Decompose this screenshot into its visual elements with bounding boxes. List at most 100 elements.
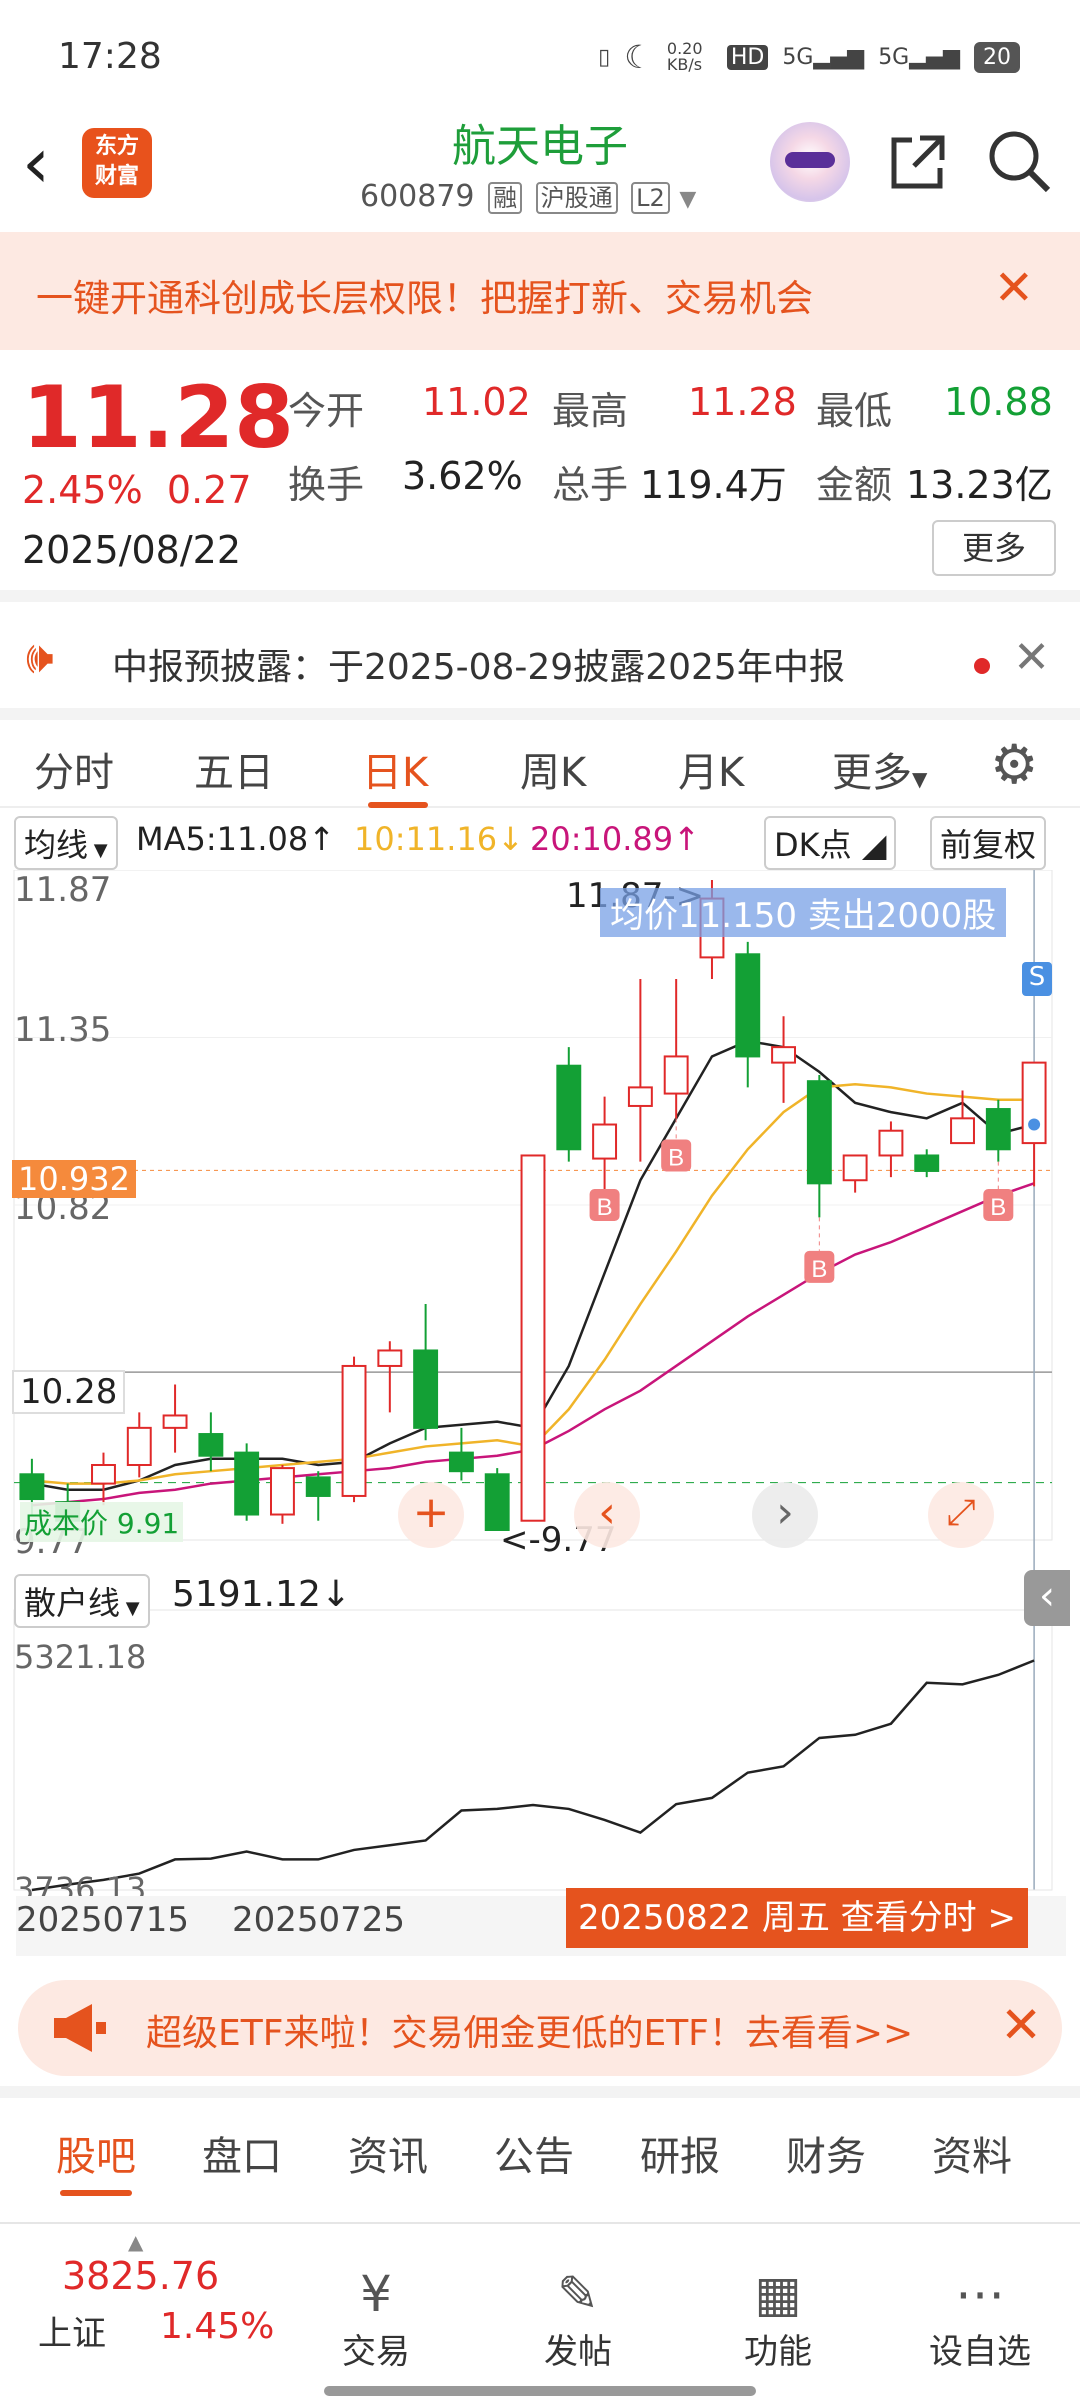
expand-icon[interactable]: ⤢ — [928, 1482, 994, 1548]
nav-post-label: 发帖 — [544, 2332, 612, 2372]
trade-tooltip: 均价11.150 卖出2000股 — [600, 888, 1007, 937]
cost-price-note: 成本价 9.91 — [20, 1502, 184, 1542]
etf-banner[interactable]: 超级ETF来啦！交易佣金更低的ETF！去看看>> ✕ — [18, 1980, 1062, 2076]
candle-body — [162, 1414, 188, 1429]
ma20-value: 20:10.89↑ — [530, 820, 700, 858]
home-indicator — [324, 2386, 756, 2396]
tag-level2: L2 — [631, 182, 670, 214]
tab-monthly-k[interactable]: 月K — [678, 740, 744, 798]
candle-body — [806, 1080, 832, 1185]
moon-icon: ☾ — [624, 38, 653, 76]
signal-icon-2: 5G▂▄▆ — [878, 44, 960, 70]
y-label-2: 11.35 — [14, 1010, 112, 1050]
candle-body — [448, 1451, 474, 1473]
yuan-refresh-icon: ¥ — [360, 2265, 392, 2323]
ma-selector[interactable]: 均线 ▼ — [14, 816, 118, 870]
high-label: 最高 — [552, 389, 629, 433]
buy-marker-label: B — [668, 1144, 684, 1171]
candle-body — [91, 1464, 116, 1485]
search-icon[interactable] — [986, 128, 1054, 200]
turnover-value: 3.62% — [402, 454, 523, 498]
quote-date: 2025/08/22 — [22, 528, 242, 572]
low-label: 最低 — [816, 389, 893, 433]
index-name: 上证 — [38, 2314, 106, 2354]
nav-functions[interactable]: ▦ 功能 — [708, 2264, 848, 2373]
tab-five-day[interactable]: 五日 — [194, 740, 274, 798]
nav-trade[interactable]: ¥ 交易 — [306, 2264, 446, 2373]
candle-body — [735, 953, 761, 1058]
stock-code: 600879 — [360, 179, 475, 214]
buy-marker-label: B — [597, 1194, 613, 1221]
x-label-2: 20250725 — [232, 1900, 406, 1940]
amount-label: 金额 — [816, 463, 893, 507]
tab-more[interactable]: 更多▼ — [832, 740, 927, 798]
tab-weekly-k[interactable]: 周K — [520, 740, 586, 798]
prev-arrow-button[interactable]: ‹ — [574, 1482, 640, 1548]
tab-finance[interactable]: 财务 — [786, 2124, 866, 2182]
candle-body — [305, 1476, 331, 1497]
next-arrow-button[interactable]: › — [752, 1482, 818, 1548]
kline-chart[interactable]: B B B B — [0, 869, 1080, 1970]
nav-post[interactable]: ✎ 发帖 — [508, 2264, 648, 2373]
indicator-line — [31, 1659, 1035, 1892]
candle-body — [520, 1154, 546, 1522]
close-icon[interactable]: ✕ — [1000, 1996, 1042, 2054]
section-tabs: 股吧 盘口 资讯 公告 研报 财务 资料 — [0, 2086, 1080, 2196]
settings-gear-icon[interactable]: ⚙ — [990, 738, 1038, 792]
candle-body — [663, 1055, 689, 1095]
chevron-down-icon: ▼ — [679, 187, 697, 212]
tag-connect: 沪股通 — [535, 182, 618, 214]
nav-add-watchlist[interactable]: ⋯ 设自选 — [910, 2264, 1050, 2373]
tab-daily-k[interactable]: 日K — [362, 740, 428, 798]
close-icon[interactable]: ✕ — [994, 260, 1034, 316]
tab-intraday[interactable]: 分时 — [34, 740, 114, 798]
assistant-robot-icon[interactable] — [770, 122, 850, 202]
notice-bar[interactable]: 🕪 中报预披露：于2025-08-29披露2025年中报 ✕ — [0, 590, 1080, 708]
tab-research[interactable]: 研报 — [640, 2124, 720, 2182]
open-value: 11.02 — [422, 380, 531, 424]
candle-body — [592, 1123, 618, 1160]
tab-news[interactable]: 资讯 — [348, 2124, 428, 2182]
adjust-button[interactable]: 前复权 — [930, 816, 1047, 870]
battery-icon: 20 — [974, 41, 1020, 73]
vibrate-icon: ▯ — [598, 44, 611, 70]
status-bar: 17:28 ▯ ☾ 0.20 KB/s HD 5G▂▄▆ 5G▂▄▆ 20 — [0, 0, 1080, 110]
tab-orderbook[interactable]: 盘口 — [202, 2124, 282, 2182]
indicator-max: 5321.18 — [14, 1638, 147, 1676]
candle-body — [19, 1473, 45, 1501]
candle-body — [771, 1046, 797, 1064]
candle-body — [126, 1426, 152, 1466]
chevron-up-icon: ▲ — [128, 2230, 144, 2254]
index-value[interactable]: 3825.76 — [62, 2254, 219, 2298]
dk-point-button[interactable]: DK点 ◢ — [764, 816, 897, 870]
y-label-4: 10.28 — [12, 1370, 126, 1414]
promo-banner-text: 一键开通科创成长层权限！把握打新、交易机会 — [36, 277, 813, 320]
open-label: 今开 — [288, 389, 365, 433]
more-button[interactable]: 更多 — [932, 520, 1056, 576]
candle-body — [985, 1108, 1011, 1151]
tag-margin: 融 — [488, 182, 523, 214]
candle-body — [1021, 1061, 1047, 1145]
status-icons: ▯ ☾ 0.20 KB/s HD 5G▂▄▆ 5G▂▄▆ 20 — [598, 38, 1020, 76]
kline-chart-area[interactable]: BBBB 11.87 11.35 10.82 10.28 9.77 11.87-… — [0, 869, 1080, 1970]
promo-banner[interactable]: 一键开通科创成长层权限！把握打新、交易机会 ✕ — [0, 232, 1080, 350]
status-time: 17:28 — [58, 36, 162, 77]
zoom-in-button[interactable]: + — [398, 1482, 464, 1548]
speaker-icon: 🕪 — [26, 632, 54, 683]
indicator-value: 5191.12↓ — [172, 1574, 352, 1615]
view-intraday-button[interactable]: 20250822 周五 查看分时 > — [566, 1888, 1028, 1948]
close-icon[interactable]: ✕ — [1013, 632, 1050, 683]
candle-body — [842, 1154, 868, 1182]
net-speed: 0.20 KB/s — [666, 39, 703, 74]
tab-announcements[interactable]: 公告 — [494, 2124, 574, 2182]
tab-profile[interactable]: 资料 — [932, 2124, 1012, 2182]
stock-code-row[interactable]: 600879 融 沪股通 L2 ▼ — [360, 178, 696, 214]
y-label-max: 11.87 — [14, 870, 112, 910]
candle-body — [413, 1349, 439, 1429]
indicator-selector[interactable]: 散户线 ▼ — [14, 1574, 150, 1628]
share-icon[interactable] — [886, 130, 950, 198]
tab-forum[interactable]: 股吧 — [56, 2124, 136, 2182]
signal-icon: 5G▂▄▆ — [782, 44, 865, 70]
collapse-panel-button[interactable]: ‹ — [1024, 1570, 1070, 1626]
cursor-dot — [1028, 1118, 1041, 1131]
